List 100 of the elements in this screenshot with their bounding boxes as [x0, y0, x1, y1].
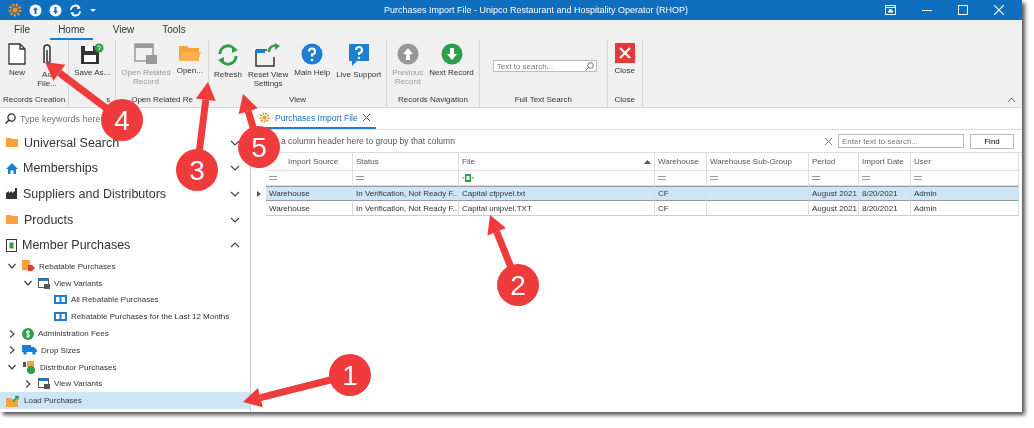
- chevron-up-icon[interactable]: [1007, 97, 1016, 103]
- window-icon: [38, 277, 50, 289]
- tree-item[interactable]: Rebatable Purchases for the Last 12 Months: [71, 312, 230, 322]
- equals-icon[interactable]: [914, 176, 922, 180]
- column-header[interactable]: Period: [812, 157, 836, 166]
- table-cell: August 2021: [812, 203, 857, 213]
- tree-item[interactable]: All Rebatable Purchases: [71, 295, 159, 305]
- equals-icon[interactable]: [356, 176, 364, 180]
- truck-icon: [22, 345, 37, 356]
- ribbon-button[interactable]: Main Help: [292, 43, 333, 77]
- receipt-icon: [6, 238, 17, 252]
- table-row[interactable]: Warehouse In Verification, Not Ready F... Capital cfppvel.txt CF August 2021 8/20/2021 Admin: [251, 186, 1022, 201]
- tree-item[interactable]: Rebatable Purchases: [39, 261, 116, 271]
- clear-icon[interactable]: [825, 137, 832, 145]
- chevron-up-icon[interactable]: [230, 242, 240, 249]
- equals-icon[interactable]: [269, 176, 277, 180]
- table-cell: Capital cfppvel.txt: [462, 189, 526, 198]
- table-cell: In Verification, Not Ready F...: [356, 189, 458, 198]
- chevron-down-icon[interactable]: [24, 279, 32, 288]
- search-icon: [5, 113, 16, 125]
- nav-section[interactable]: Suppliers and Distributors: [23, 186, 167, 201]
- table-cell: Warehouse: [269, 189, 310, 198]
- nav-section[interactable]: Memberships: [23, 161, 99, 176]
- equals-icon[interactable]: [710, 176, 718, 180]
- tree-item[interactable]: View Variants: [54, 379, 103, 389]
- nav-section[interactable]: Universal Search: [24, 135, 120, 150]
- grid-icon: [54, 295, 67, 305]
- ribbon-group-label: View: [287, 95, 308, 106]
- ribbon-button[interactable]: New: [3, 43, 31, 77]
- tree-item[interactable]: Administration Fees: [38, 329, 109, 338]
- ribbon-group-label: Full Text Search: [513, 95, 573, 106]
- ribbon-button[interactable]: Refresh: [211, 43, 244, 79]
- table-cell: CF: [658, 189, 669, 198]
- search-field[interactable]: Enter text to search...: [838, 134, 964, 148]
- refresh-icon[interactable]: [69, 3, 82, 17]
- restore-panel-icon[interactable]: [885, 5, 896, 15]
- chevron-right-icon[interactable]: [8, 346, 16, 355]
- table-cell: In Verification, Not Ready F...: [356, 203, 458, 213]
- chevron-down-icon[interactable]: [230, 216, 240, 223]
- tree-item[interactable]: Distributor Purchases: [40, 362, 117, 372]
- nav-item[interactable]: Load Purchases: [0, 392, 250, 410]
- chevron-down-icon[interactable]: [8, 363, 16, 372]
- tree-item[interactable]: Drop Sizes: [41, 345, 81, 355]
- folder-icon: [177, 43, 202, 63]
- table-cell: Warehouse: [269, 203, 310, 213]
- close-button[interactable]: Close: [610, 43, 639, 75]
- chevron-down-icon[interactable]: [8, 262, 16, 271]
- find-button[interactable]: Find: [970, 133, 1014, 149]
- column-header[interactable]: File: [462, 157, 475, 166]
- ribbon-button[interactable]: Open...: [174, 43, 205, 75]
- table-cell: 8/20/2021: [862, 203, 898, 213]
- column-header[interactable]: User: [914, 157, 931, 166]
- equals-icon[interactable]: [812, 176, 820, 180]
- ribbon-button[interactable]: Live Support: [334, 43, 384, 79]
- nav-section[interactable]: Member Purchases: [22, 238, 131, 253]
- table-cell: Admin: [914, 203, 937, 213]
- folder-icon: [6, 214, 19, 225]
- close-icon: [614, 43, 635, 63]
- ribbon-button[interactable]: Save As...: [72, 43, 113, 77]
- factory-icon: [6, 188, 18, 200]
- window-icon: [133, 43, 158, 65]
- table-cell: Admin: [914, 189, 937, 198]
- chevron-down-icon[interactable]: [230, 190, 240, 197]
- gear-icon: [259, 112, 270, 123]
- maximize-icon[interactable]: [958, 5, 968, 15]
- floppy-disk-icon: [80, 43, 105, 65]
- window-arrow-icon: [255, 43, 282, 67]
- equals-icon[interactable]: [658, 176, 666, 180]
- table-cell: 8/20/2021: [862, 189, 898, 198]
- filter-like-icon[interactable]: [462, 174, 474, 182]
- close-icon[interactable]: [362, 114, 370, 121]
- chevron-right-icon[interactable]: [24, 379, 32, 388]
- column-header[interactable]: Warehouse: [658, 157, 699, 166]
- chevron-down-icon[interactable]: [230, 165, 240, 172]
- caret-icon[interactable]: [89, 7, 97, 13]
- nav-section[interactable]: Products: [24, 212, 74, 227]
- table-row[interactable]: Warehouse In Verification, Not Ready F... Capital unipvel.TXT CF August 2021 8/20/2021 Admin: [251, 201, 1022, 216]
- menu-tab[interactable]: Tools: [154, 24, 194, 40]
- ribbon-button[interactable]: Ad File...: [33, 43, 61, 88]
- equals-icon[interactable]: [862, 176, 870, 180]
- menu-tab[interactable]: View: [104, 24, 143, 40]
- search-field[interactable]: Text to search...: [492, 60, 597, 72]
- ribbon-button[interactable]: Reset View Settings: [245, 43, 291, 88]
- search-field[interactable]: Type keywords here: [20, 113, 104, 124]
- column-header[interactable]: Status: [356, 157, 379, 166]
- ribbon-group-label: Records Creation: [3, 95, 66, 106]
- chevron-right-icon[interactable]: [8, 329, 16, 338]
- ribbon-button[interactable]: Next Record: [427, 43, 476, 77]
- distributor-icon: [22, 360, 36, 374]
- column-header[interactable]: Warehouse Sub-Group: [710, 157, 792, 166]
- ribbon-group-label: Records Navigation: [397, 95, 469, 106]
- folder-icon: [6, 137, 19, 149]
- menu-tab[interactable]: File: [6, 24, 39, 40]
- tree-item[interactable]: View Variants: [54, 278, 103, 288]
- window-icon: [38, 378, 50, 390]
- group-panel-hint: a column header here to group by that column: [281, 136, 456, 146]
- dollar-icon: [22, 327, 34, 340]
- table-cell: August 2021: [812, 189, 857, 198]
- column-header[interactable]: Import Source: [288, 157, 339, 166]
- column-header[interactable]: Import Date: [862, 157, 904, 166]
